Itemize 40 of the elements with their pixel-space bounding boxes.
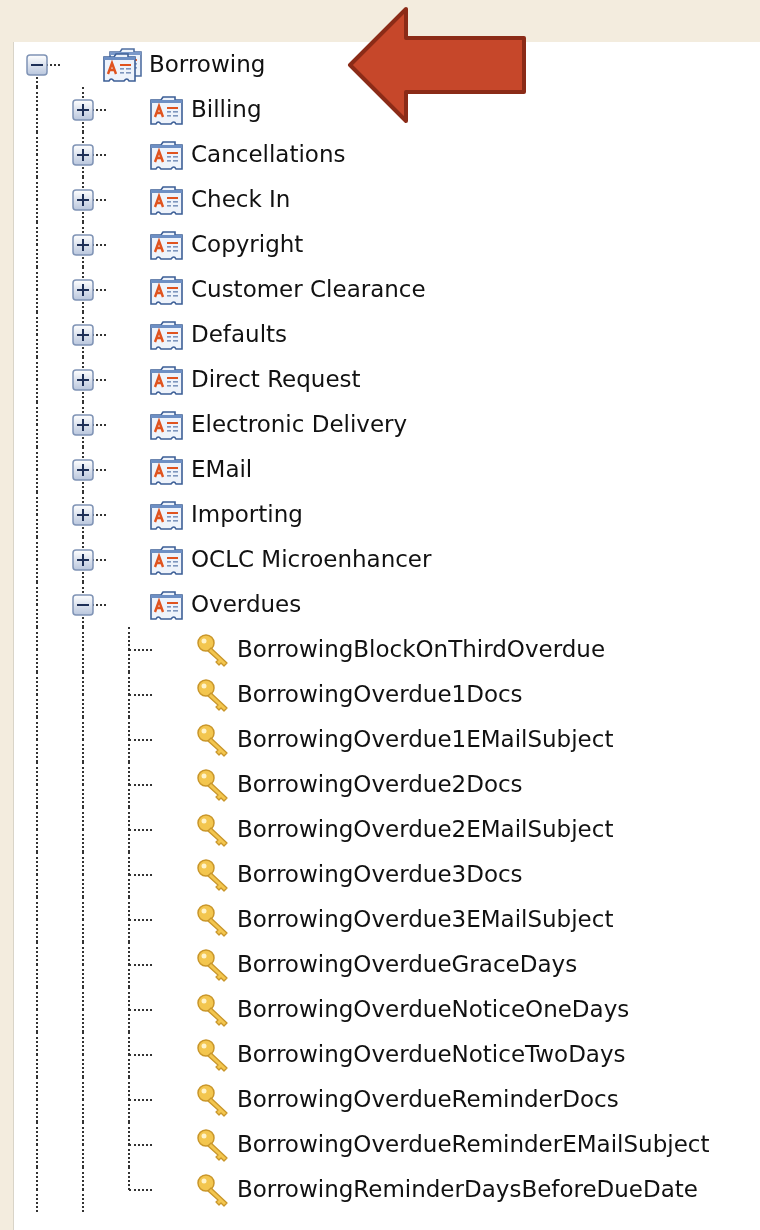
tree-toggle[interactable] (72, 503, 94, 526)
tree-toggle[interactable] (72, 413, 94, 436)
tree-toggle[interactable] (72, 98, 94, 121)
tree-item-label[interactable]: Check In (191, 182, 291, 217)
tree-item-label[interactable]: BorrowingOverdue1Docs (237, 677, 523, 712)
tree-item-label[interactable]: Defaults (191, 317, 288, 352)
tree-item-label[interactable]: Billing (191, 92, 262, 127)
tree-toggle[interactable] (26, 53, 48, 76)
tree-item-label[interactable]: Copyright (191, 227, 304, 262)
tree-item-label[interactable]: BorrowingBlockOnThirdOverdue (237, 632, 606, 667)
tree-item-label[interactable]: BorrowingOverdue3Docs (237, 857, 523, 892)
tree-toggle[interactable] (72, 143, 94, 166)
tree-item-label[interactable]: Customer Clearance (191, 272, 426, 307)
tree-toggle[interactable] (72, 233, 94, 256)
tree-item-label[interactable]: BorrowingOverdueNoticeTwoDays (237, 1037, 626, 1072)
tree-item-label[interactable]: EMail (191, 452, 253, 487)
tree-item-label[interactable]: Borrowing (149, 47, 266, 82)
tree-item-label[interactable]: BorrowingOverdueReminderDocs (237, 1082, 619, 1117)
tree-item-label[interactable]: Importing (191, 497, 303, 532)
tree-toggle[interactable] (72, 548, 94, 571)
tree-item-label[interactable]: BorrowingOverdueGraceDays (237, 947, 578, 982)
tree-item-label[interactable]: BorrowingOverdue2Docs (237, 767, 523, 802)
tree-item-label[interactable]: BorrowingOverdue1EMailSubject (237, 722, 614, 757)
tree-toggle[interactable] (72, 188, 94, 211)
tree-item-label[interactable]: BorrowingOverdueReminderEMailSubject (237, 1127, 710, 1162)
tree-toggle[interactable] (72, 593, 94, 616)
tree-item-label[interactable]: OCLC Microenhancer (191, 542, 432, 577)
forms-icon (103, 46, 143, 83)
tree-item-label[interactable]: BorrowingReminderDaysBeforeDueDate (237, 1172, 698, 1207)
tree-toggle[interactable] (72, 458, 94, 481)
tree-item-label[interactable]: Overdues (191, 587, 302, 622)
tree-item-label[interactable]: Cancellations (191, 137, 346, 172)
tree-toggle[interactable] (72, 323, 94, 346)
tree-item-label[interactable]: Electronic Delivery (191, 407, 408, 442)
tree-item-label[interactable]: BorrowingOverdue3EMailSubject (237, 902, 614, 937)
tree-item-label[interactable]: Direct Request (191, 362, 361, 397)
tree-item-label[interactable]: BorrowingOverdueNoticeOneDays (237, 992, 630, 1027)
tree-toggle[interactable] (72, 368, 94, 391)
tree-item-label[interactable]: BorrowingOverdue2EMailSubject (237, 812, 614, 847)
tree-toggle[interactable] (72, 278, 94, 301)
